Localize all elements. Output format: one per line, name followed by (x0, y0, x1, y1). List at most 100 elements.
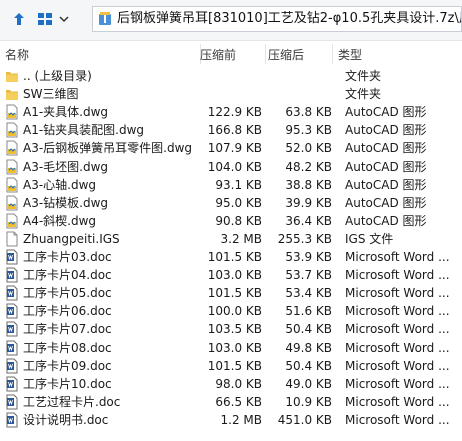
folder-icon (5, 68, 19, 84)
word-doc-icon (5, 394, 19, 410)
file-row[interactable]: A4-斜楔.dwg 90.8 KB 36.4 KB AutoCAD 图形 (0, 212, 462, 230)
file-row[interactable]: .. (上级目录) 文件夹 (0, 67, 462, 85)
file-name: A1-夹具体.dwg (23, 105, 109, 120)
dwg-file-icon (5, 177, 19, 193)
word-doc-icon (5, 340, 19, 356)
compressed-size: 49.8 KB (285, 340, 332, 355)
file-type: Microsoft Word ... (345, 286, 450, 301)
archive-icon (97, 11, 113, 27)
packed-size: 103.5 KB (207, 322, 262, 337)
file-row[interactable]: A1-夹具体.dwg 122.9 KB 63.8 KB AutoCAD 图形 (0, 103, 462, 121)
file-name: 工序卡片03.doc (23, 250, 112, 264)
file-name: A3-心轴.dwg (23, 177, 97, 192)
file-row[interactable]: 工序卡片06.doc 100.0 KB 51.6 KB Microsoft Word … (0, 302, 462, 320)
packed-size: 122.9 KB (207, 105, 262, 120)
file-type: Microsoft Word ... (345, 250, 450, 264)
compressed-size: 49.0 KB (285, 376, 332, 391)
file-type: AutoCAD 图形 (345, 105, 427, 120)
packed-size: 98.0 KB (215, 376, 262, 391)
file-row[interactable]: 工序卡片03.doc 101.5 KB 53.9 KB Microsoft Word … (0, 248, 462, 266)
word-doc-icon (5, 303, 19, 319)
file-row[interactable]: 工序卡片10.doc 98.0 KB 49.0 KB Microsoft Word .… (0, 375, 462, 393)
view-grid-icon[interactable] (34, 8, 56, 30)
file-name: 工序卡片08.doc (23, 340, 112, 355)
address-bar[interactable]: 后钢板弹簧吊耳[831010]工艺及钻2-φ10.5孔夹具设计.7z\后钢板 (92, 6, 462, 32)
file-type: AutoCAD 图形 (345, 123, 427, 138)
compressed-size: 52.0 KB (285, 141, 332, 156)
dropdown-arrow-icon[interactable] (58, 8, 70, 30)
column-name[interactable]: 名称 (5, 46, 29, 63)
file-name: 工序卡片06.doc (23, 304, 112, 319)
file-type: AutoCAD 图形 (345, 177, 427, 192)
dwg-file-icon (5, 104, 19, 120)
compressed-size: 63.8 KB (285, 105, 332, 120)
file-row[interactable]: A3-钻模板.dwg 95.0 KB 39.9 KB AutoCAD 图形 (0, 194, 462, 212)
word-doc-icon (5, 412, 19, 428)
column-divider[interactable] (332, 44, 333, 64)
file-row[interactable]: SW三维图 文件夹 (0, 85, 462, 103)
packed-size: 66.5 KB (215, 394, 262, 409)
file-row[interactable]: A3-毛坯图.dwg 104.0 KB 48.2 KB AutoCAD 图形 (0, 158, 462, 176)
packed-size: 103.0 KB (207, 268, 262, 283)
dwg-file-icon (5, 195, 19, 211)
file-name: SW三维图 (23, 87, 79, 102)
compressed-size: 53.9 KB (285, 250, 332, 264)
packed-size: 100.0 KB (207, 304, 262, 319)
file-row[interactable]: 工艺过程卡片.doc 66.5 KB 10.9 KB Microsoft Word .… (0, 393, 462, 411)
file-type: Microsoft Word ... (345, 376, 450, 391)
file-type: IGS 文件 (345, 231, 394, 246)
file-type: Microsoft Word ... (345, 322, 450, 337)
file-name: A3-毛坯图.dwg (23, 159, 109, 174)
word-doc-icon (5, 376, 19, 392)
packed-size: 107.9 KB (207, 141, 262, 156)
column-compressed-size[interactable]: 压缩后 (268, 46, 304, 63)
word-doc-icon (5, 358, 19, 374)
column-type[interactable]: 类型 (338, 46, 362, 63)
file-type: Microsoft Word ... (345, 304, 450, 319)
file-type: AutoCAD 图形 (345, 195, 427, 210)
compressed-size: 48.2 KB (285, 159, 332, 174)
file-row[interactable]: A3-心轴.dwg 93.1 KB 38.8 KB AutoCAD 图形 (0, 176, 462, 194)
word-doc-icon (5, 267, 19, 283)
file-row[interactable]: A3-后钢板弹簧吊耳零件图.dwg 107.9 KB 52.0 KB AutoCAD … (0, 139, 462, 157)
word-doc-icon (5, 285, 19, 301)
file-type: Microsoft Word ... (345, 394, 450, 409)
file-name: Zhuangpeiti.IGS (23, 231, 120, 246)
up-arrow-icon[interactable] (8, 8, 30, 30)
word-doc-icon (5, 321, 19, 337)
dwg-file-icon (5, 213, 19, 229)
compressed-size: 53.4 KB (285, 286, 332, 301)
packed-size: 103.0 KB (207, 340, 262, 355)
compressed-size: 50.4 KB (285, 322, 332, 337)
file-type: AutoCAD 图形 (345, 213, 427, 228)
packed-size: 90.8 KB (215, 213, 262, 228)
file-row[interactable]: Zhuangpeiti.IGS 3.2 MB 255.3 KB IGS 文件 (0, 230, 462, 248)
column-header: 名称 压缩前 压缩后 类型 (0, 44, 462, 64)
packed-size: 1.2 MB (220, 412, 262, 427)
compressed-size: 255.3 KB (277, 231, 332, 246)
compressed-size: 51.6 KB (285, 304, 332, 319)
file-name: A1-钻夹具装配图.dwg (23, 123, 145, 138)
igs-file-icon (5, 231, 19, 247)
file-row[interactable]: 工序卡片05.doc 101.5 KB 53.4 KB Microsoft Word … (0, 284, 462, 302)
compressed-size: 38.8 KB (285, 177, 332, 192)
file-name: 设计说明书.doc (23, 412, 109, 427)
folder-icon (5, 86, 19, 102)
file-row[interactable]: 设计说明书.doc 1.2 MB 451.0 KB Microsoft Word ..… (0, 411, 462, 429)
file-row[interactable]: A1-钻夹具装配图.dwg 166.8 KB 95.3 KB AutoCAD 图形 (0, 121, 462, 139)
column-divider[interactable] (265, 44, 266, 64)
compressed-size: 50.4 KB (285, 358, 332, 373)
address-path: 后钢板弹簧吊耳[831010]工艺及钻2-φ10.5孔夹具设计.7z\后钢板 (117, 11, 462, 26)
file-name: 工序卡片04.doc (23, 268, 112, 283)
packed-size: 93.1 KB (215, 177, 262, 192)
word-doc-icon (5, 249, 19, 265)
compressed-size: 95.3 KB (285, 123, 332, 138)
file-type: Microsoft Word ... (345, 412, 450, 427)
compressed-size: 36.4 KB (285, 213, 332, 228)
file-row[interactable]: 工序卡片07.doc 103.5 KB 50.4 KB Microsoft Word … (0, 320, 462, 338)
packed-size: 166.8 KB (207, 123, 262, 138)
column-packed-size[interactable]: 压缩前 (200, 46, 236, 63)
file-row[interactable]: 工序卡片04.doc 103.0 KB 53.7 KB Microsoft Word … (0, 266, 462, 284)
file-row[interactable]: 工序卡片09.doc 101.5 KB 50.4 KB Microsoft Word … (0, 357, 462, 375)
file-row[interactable]: 工序卡片08.doc 103.0 KB 49.8 KB Microsoft Word … (0, 339, 462, 357)
